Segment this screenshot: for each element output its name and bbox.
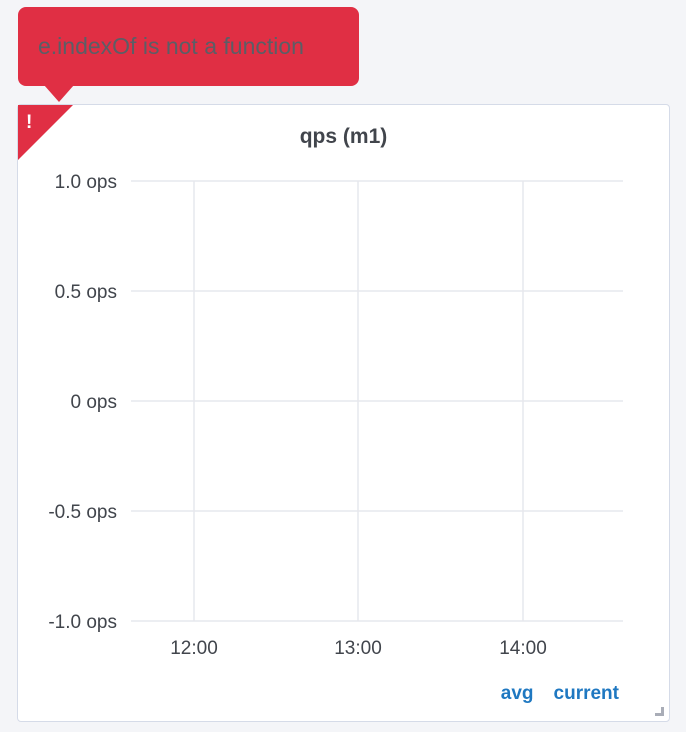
legend: avg current: [501, 683, 619, 705]
legend-avg[interactable]: avg: [501, 683, 534, 705]
y-tick-label: 1.0 ops: [55, 172, 117, 193]
y-tick-label: -1.0 ops: [48, 612, 117, 633]
error-message: e.indexOf is not a function: [38, 33, 304, 59]
graph-panel: ! qps (m1) 1.0 ops 0.5 ops 0 ops -0.5 ops -1…: [17, 104, 670, 722]
legend-current[interactable]: current: [554, 683, 619, 705]
y-tick-label: -0.5 ops: [48, 502, 117, 523]
exclamation-icon[interactable]: !: [26, 113, 32, 133]
error-tooltip-arrow: [44, 85, 74, 102]
x-tick-label: 14:00: [499, 638, 547, 659]
y-tick-label: 0 ops: [71, 392, 117, 413]
chart-area: 1.0 ops 0.5 ops 0 ops -0.5 ops -1.0 ops 12:00…: [48, 172, 623, 659]
x-tick-label: 13:00: [334, 638, 382, 659]
x-tick-label: 12:00: [170, 638, 218, 659]
error-tooltip: e.indexOf is not a function: [18, 7, 359, 86]
resize-handle[interactable]: [655, 707, 664, 716]
y-tick-label: 0.5 ops: [55, 282, 117, 303]
